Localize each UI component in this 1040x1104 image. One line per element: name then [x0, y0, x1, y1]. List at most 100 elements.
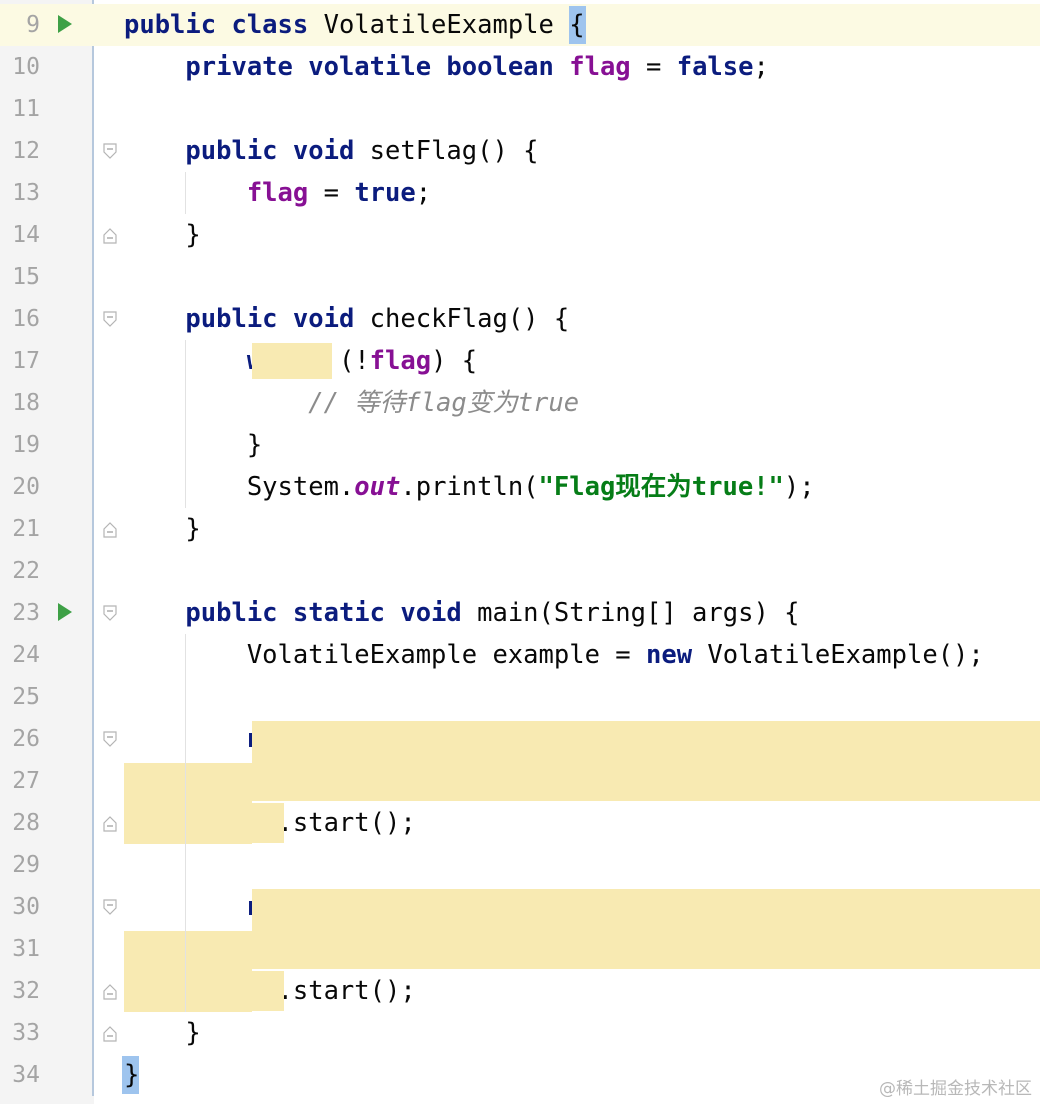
selection-highlight — [124, 931, 252, 1012]
code-text: public static void main(String[] args) { — [124, 592, 799, 634]
selection-highlight — [252, 721, 1040, 801]
code-line[interactable]: 24 VolatileExample example = new Volatil… — [0, 634, 1040, 676]
fold-collapse-icon[interactable] — [103, 605, 117, 621]
code-token: VolatileExample example = — [124, 640, 646, 670]
line-number[interactable]: 29 — [0, 844, 40, 886]
line-number[interactable]: 25 — [0, 676, 40, 718]
fold-end-icon[interactable] — [103, 984, 117, 1000]
selection-highlight — [252, 971, 284, 1011]
code-token: public void — [185, 136, 370, 166]
fold-end-icon[interactable] — [103, 816, 117, 832]
code-token: ; — [753, 52, 769, 82]
code-token: ; — [415, 178, 432, 208]
run-gutter-icon[interactable] — [58, 603, 72, 621]
code-line[interactable]: 22 — [0, 550, 1040, 592]
code-line[interactable]: 17 while (!flag) { — [0, 340, 1040, 382]
code-token: flag — [369, 346, 432, 376]
selection-highlight — [252, 343, 332, 379]
line-number[interactable]: 31 — [0, 928, 40, 970]
line-number[interactable]: 22 — [0, 550, 40, 592]
code-line[interactable]: 20 System.out.println("Flag现在为true!"); — [0, 466, 1040, 508]
code-text: public void checkFlag() { — [124, 298, 569, 340]
code-line[interactable]: 9 public class VolatileExample { — [0, 4, 1040, 46]
line-number[interactable]: 30 — [0, 886, 40, 928]
code-token: VolatileExample(); — [707, 640, 984, 670]
code-line[interactable]: 29 — [0, 844, 1040, 886]
fold-collapse-icon[interactable] — [103, 899, 117, 915]
code-text: flag = true; — [124, 172, 431, 214]
code-token: false — [676, 52, 754, 82]
line-number[interactable]: 17 — [0, 340, 40, 382]
fold-collapse-icon[interactable] — [103, 731, 117, 747]
code-token: } — [124, 1018, 201, 1048]
code-text: // 等待flag变为true — [124, 382, 579, 424]
line-number[interactable]: 34 — [0, 1054, 40, 1096]
code-token: out — [354, 472, 401, 502]
code-line[interactable]: 23 public static void main(String[] args… — [0, 592, 1040, 634]
line-number[interactable]: 28 — [0, 802, 40, 844]
line-number[interactable]: 27 — [0, 760, 40, 802]
watermark-text: @稀土掘金技术社区 — [879, 1079, 1032, 1099]
line-number[interactable]: 26 — [0, 718, 40, 760]
code-line[interactable]: 15 — [0, 256, 1040, 298]
code-line[interactable]: 18 // 等待flag变为true — [0, 382, 1040, 424]
line-number[interactable]: 13 — [0, 172, 40, 214]
line-number[interactable]: 23 — [0, 592, 40, 634]
code-text: public void setFlag() { — [124, 130, 539, 172]
code-text: } — [124, 508, 200, 550]
code-line[interactable]: 19 } — [0, 424, 1040, 466]
line-number[interactable]: 9 — [0, 4, 40, 46]
code-line[interactable]: 14 } — [0, 214, 1040, 256]
code-token: private volatile boolean — [185, 52, 570, 82]
run-gutter-icon[interactable] — [58, 15, 72, 33]
code-line[interactable]: 21 } — [0, 508, 1040, 550]
code-line[interactable]: 16 public void checkFlag() { — [0, 298, 1040, 340]
code-token: public void — [185, 304, 370, 334]
line-number[interactable]: 18 — [0, 382, 40, 424]
fold-collapse-icon[interactable] — [103, 143, 117, 159]
line-number[interactable]: 21 — [0, 508, 40, 550]
code-text: System.out.println("Flag现在为true!"); — [124, 466, 815, 508]
code-token: System. — [124, 472, 355, 502]
code-token: "Flag现在为true!" — [538, 472, 784, 502]
code-text: } — [124, 424, 262, 466]
line-number[interactable]: 20 — [0, 466, 40, 508]
code-line[interactable]: 25 — [0, 676, 1040, 718]
code-text: public class VolatileExample { — [124, 4, 585, 46]
fold-end-icon[interactable] — [103, 228, 117, 244]
fold-end-icon[interactable] — [103, 1026, 117, 1042]
code-line[interactable]: 12 public void setFlag() { — [0, 130, 1040, 172]
code-token: } — [124, 430, 263, 460]
fold-end-icon[interactable] — [103, 522, 117, 538]
line-number[interactable]: 19 — [0, 424, 40, 466]
code-token: { — [569, 10, 585, 40]
code-line[interactable]: 13 flag = true; — [0, 172, 1040, 214]
code-line[interactable]: 33 } — [0, 1012, 1040, 1054]
line-number[interactable]: 33 — [0, 1012, 40, 1054]
fold-collapse-icon[interactable] — [103, 311, 117, 327]
code-line[interactable]: 11 — [0, 88, 1040, 130]
indent-guide — [185, 340, 186, 508]
code-token: flag — [569, 52, 631, 82]
code-token: setFlag() { — [369, 136, 539, 166]
code-token: new — [645, 640, 708, 670]
line-number[interactable]: 12 — [0, 130, 40, 172]
code-line[interactable]: 10 private volatile boolean flag = false… — [0, 46, 1040, 88]
line-number[interactable]: 11 — [0, 88, 40, 130]
line-number[interactable]: 32 — [0, 970, 40, 1012]
code-token: ); — [783, 472, 815, 502]
line-number[interactable]: 10 — [0, 46, 40, 88]
code-text: } — [124, 214, 200, 256]
line-number[interactable]: 16 — [0, 298, 40, 340]
code-editor[interactable]: 9 public class VolatileExample {10 privat… — [0, 0, 1040, 1104]
line-number[interactable]: 24 — [0, 634, 40, 676]
code-token: ) { — [431, 346, 478, 376]
code-token: true — [354, 178, 416, 208]
line-number[interactable]: 14 — [0, 214, 40, 256]
line-number[interactable]: 15 — [0, 256, 40, 298]
code-text: } — [124, 1012, 201, 1054]
indent-guide — [185, 634, 186, 1012]
